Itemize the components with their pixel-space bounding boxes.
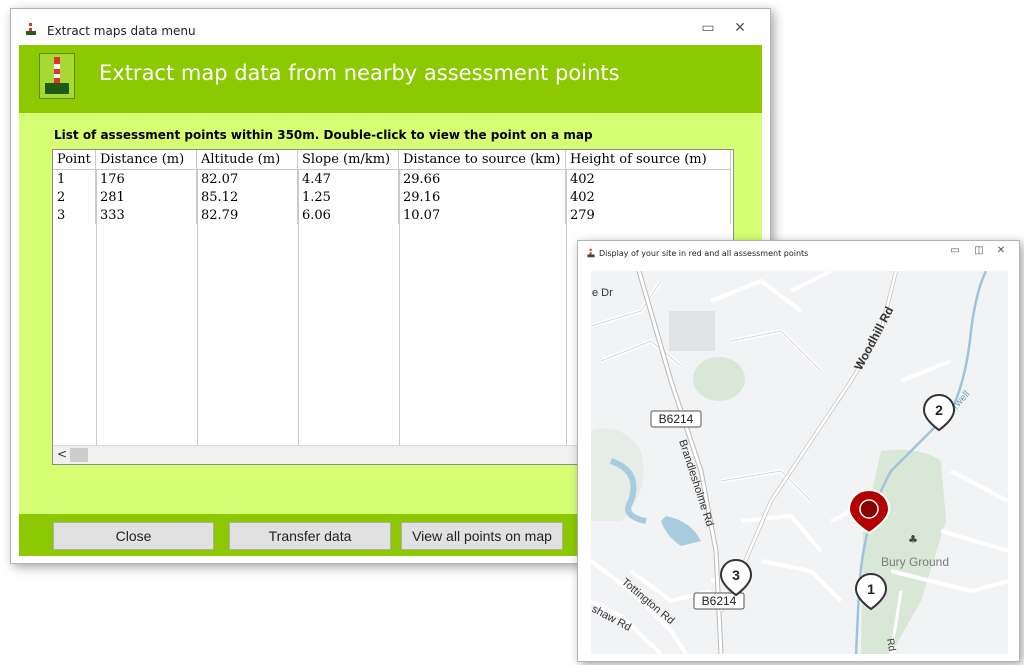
close-icon[interactable]: ✕ [994,245,1008,259]
flood-marker-icon [39,53,75,99]
table-cell: 1 [53,169,96,188]
assessment-marker-3[interactable]: 3 [719,558,753,597]
column-divider [197,169,198,446]
table-cell: 176 [95,169,197,188]
column-header[interactable]: Altitude (m) [196,150,298,170]
column-header[interactable]: Distance to source (km) [398,150,566,170]
minimize-icon[interactable]: ▭ [697,20,719,38]
woodhill-road-label: Woodhill Rd [851,304,896,372]
minimize-icon[interactable]: ▭ [948,245,962,259]
table-cell: 402 [565,188,731,206]
scroll-left-icon[interactable]: < [57,447,67,461]
map-window: Display of your site in red and all asse… [577,240,1020,662]
marker-label: 2 [935,402,943,418]
map-canvas[interactable]: B6214 B6214 Woodhill Rd Brandlesholme Rd… [591,271,1008,654]
app-icon [587,248,595,258]
pond [661,516,701,546]
close-icon[interactable]: ✕ [729,20,751,38]
restore-icon[interactable]: ◫ [972,245,986,259]
table-cell: 333 [95,206,197,224]
header-banner: Extract map data from nearby assessment … [19,45,762,113]
table-cell: 4.47 [297,169,399,188]
column-header[interactable]: Point [53,150,96,170]
column-divider [566,169,567,446]
column-header[interactable]: Distance (m) [95,150,197,170]
table-cell: 279 [565,206,731,224]
app-icon [26,23,36,35]
park-label: Bury Ground [881,555,949,569]
transfer-data-button[interactable]: Transfer data [229,522,391,550]
table-cell: 82.79 [196,206,298,224]
street-label: e Dr [592,287,613,299]
close-button[interactable]: Close [53,522,214,550]
list-caption: List of assessment points within 350m. D… [54,128,593,142]
tree-icon: ♣ [908,533,918,546]
table-cell: 6.06 [297,206,399,224]
marker-label: 3 [732,567,740,583]
map-view[interactable]: B6214 B6214 Woodhill Rd Brandlesholme Rd… [591,271,1008,654]
table-cell: 82.07 [196,169,298,188]
scrollbar-thumb[interactable] [70,448,88,462]
main-titlebar: Extract maps data menu ▭ ✕ [11,9,770,45]
street-label: Rd [884,638,897,653]
map-window-title: Display of your site in red and all asse… [599,249,809,258]
road-shield-label: B6214 [702,594,737,608]
table-row[interactable]: 3 333 82.79 6.06 10.07 279 [53,206,731,224]
green-area [693,357,745,401]
column-divider [96,169,97,446]
table-cell: 29.16 [398,188,566,206]
table-cell: 85.12 [196,188,298,206]
assessment-marker-2[interactable]: 2 [922,393,956,432]
column-divider [298,169,299,446]
road-shield-label: B6214 [659,412,694,426]
table-cell: 3 [53,206,96,224]
green-area [591,428,644,521]
building-block [669,311,715,351]
table-cell: 2 [53,188,96,206]
table-cell: 1.25 [297,188,399,206]
table-cell: 281 [95,188,197,206]
street-label: shaw Rd [591,603,633,634]
map-titlebar: Display of your site in red and all asse… [578,241,1019,263]
marker-label: 1 [867,581,875,597]
table-cell: 10.07 [398,206,566,224]
column-divider [399,169,400,446]
table-header-row: Point Distance (m) Altitude (m) Slope (m… [53,150,731,170]
table-row[interactable]: 1 176 82.07 4.47 29.66 402 [53,169,731,188]
banner-title: Extract map data from nearby assessment … [99,61,620,85]
table-cell: 29.66 [398,169,566,188]
table-cell: 402 [565,169,731,188]
view-all-points-button[interactable]: View all points on map [401,522,563,550]
park-area [861,449,946,654]
column-header[interactable]: Slope (m/km) [297,150,399,170]
column-header[interactable]: Height of source (m) [565,150,731,170]
table-row[interactable]: 2 281 85.12 1.25 29.16 402 [53,188,731,206]
main-window-title: Extract maps data menu [47,24,196,38]
